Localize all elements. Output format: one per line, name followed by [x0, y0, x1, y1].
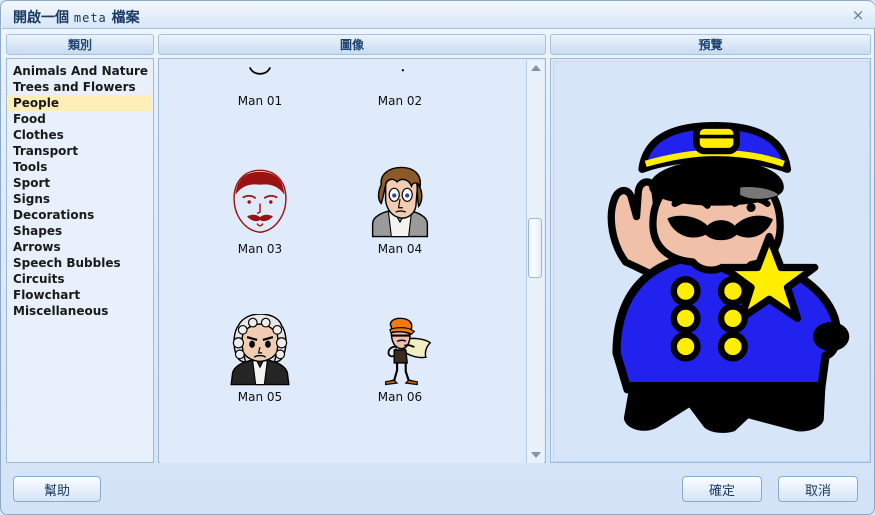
policeman-art	[607, 121, 849, 433]
scroll-up-icon[interactable]	[527, 60, 544, 76]
header-category[interactable]: 類別	[6, 34, 154, 55]
image-scroll-area: Man 01 Man 02 Man 03 Man 04 Man 05 Man 0…	[160, 60, 529, 463]
thumbnail-label[interactable]: Man 06	[375, 390, 425, 404]
category-item[interactable]: Food	[8, 111, 152, 127]
category-item[interactable]: Flowchart	[8, 287, 152, 303]
man06-art	[385, 317, 432, 386]
image-grid-item[interactable]: Man 04	[330, 128, 470, 276]
man02-art	[401, 69, 405, 72]
title-bar: 開啟一個 meta 檔案 ×	[2, 2, 875, 29]
category-item[interactable]: Arrows	[8, 239, 152, 255]
image-panel: Man 01 Man 02 Man 03 Man 04 Man 05 Man 0…	[158, 58, 546, 463]
close-icon[interactable]: ×	[847, 5, 869, 25]
thumbnail-label[interactable]: Man 03	[235, 242, 285, 256]
dialog-window: 開啟一個 meta 檔案 × 類別 圖像 預覽 Animals And Natu…	[0, 0, 875, 515]
thumbnail-label-wrap: Man 04	[330, 238, 470, 257]
preview-image	[553, 61, 870, 462]
header-image[interactable]: 圖像	[158, 34, 546, 55]
scrollbar-thumb[interactable]	[528, 218, 542, 278]
window-title-meta: meta	[73, 11, 107, 25]
thumbnail-label[interactable]: Man 05	[235, 390, 285, 404]
cancel-button[interactable]: 取消	[778, 476, 858, 502]
category-item[interactable]: Miscellaneous	[8, 303, 152, 319]
category-item[interactable]: Speech Bubbles	[8, 255, 152, 271]
preview-panel	[550, 58, 871, 463]
thumbnail-art	[190, 424, 330, 463]
thumbnail-art	[190, 128, 330, 238]
category-item[interactable]: Shapes	[8, 223, 152, 239]
window-title-prefix: 開啟一個	[13, 10, 69, 26]
thumbnail-label[interactable]: Man 02	[375, 94, 425, 108]
image-grid-item[interactable]: Police Man	[330, 424, 470, 463]
thumbnail-label-wrap: Man 03	[190, 238, 330, 257]
thumbnail-art	[190, 60, 330, 90]
image-grid-item[interactable]: Man 01	[190, 60, 330, 128]
category-item[interactable]: Tools	[8, 159, 152, 175]
image-grid-item[interactable]: Man 06	[330, 276, 470, 424]
thumbnail-label[interactable]: Man 04	[375, 242, 425, 256]
window-title: 開啟一個 meta 檔案	[13, 7, 140, 27]
thumbnail-art	[330, 60, 470, 90]
thumbnail-label-wrap: Man 06	[330, 386, 470, 405]
category-item[interactable]: Decorations	[8, 207, 152, 223]
image-grid-item[interactable]: Nurse	[190, 424, 330, 463]
category-item[interactable]: Signs	[8, 191, 152, 207]
category-item[interactable]: Trees and Flowers	[8, 79, 152, 95]
category-item[interactable]: Sport	[8, 175, 152, 191]
ok-button[interactable]: 確定	[682, 476, 762, 502]
man05-art	[230, 314, 290, 386]
category-item[interactable]: Transport	[8, 143, 152, 159]
category-item[interactable]: Clothes	[8, 127, 152, 143]
image-grid-item[interactable]: Man 03	[190, 128, 330, 276]
thumbnail-art	[330, 424, 470, 463]
help-button[interactable]: 幫助	[13, 476, 101, 502]
scroll-down-icon[interactable]	[527, 447, 544, 463]
image-grid-item[interactable]: Man 02	[330, 60, 470, 128]
thumbnail-label[interactable]: Man 01	[235, 94, 285, 108]
image-scrollbar[interactable]	[526, 60, 544, 463]
man04-art	[371, 166, 429, 238]
image-grid-item[interactable]: Man 05	[190, 276, 330, 424]
category-list[interactable]: Animals And Nature Trees and Flowers Peopl…	[8, 63, 152, 461]
window-title-suffix: 檔案	[111, 10, 140, 26]
thumbnail-label-wrap: Man 05	[190, 386, 330, 405]
category-item[interactable]: Animals And Nature	[8, 63, 152, 79]
policeman-art	[369, 458, 431, 463]
thumbnail-label-wrap: Man 02	[330, 90, 470, 109]
header-preview[interactable]: 預覽	[550, 34, 871, 55]
man03-art	[233, 169, 287, 233]
category-item[interactable]: Circuits	[8, 271, 152, 287]
category-panel: Animals And Nature Trees and Flowers Peopl…	[6, 58, 154, 463]
thumbnail-art	[190, 276, 330, 386]
thumbnail-label-wrap: Man 01	[190, 90, 330, 109]
thumbnail-art	[330, 128, 470, 238]
thumbnail-art	[330, 276, 470, 386]
category-item[interactable]: People	[8, 95, 152, 111]
man01-art	[249, 66, 271, 75]
